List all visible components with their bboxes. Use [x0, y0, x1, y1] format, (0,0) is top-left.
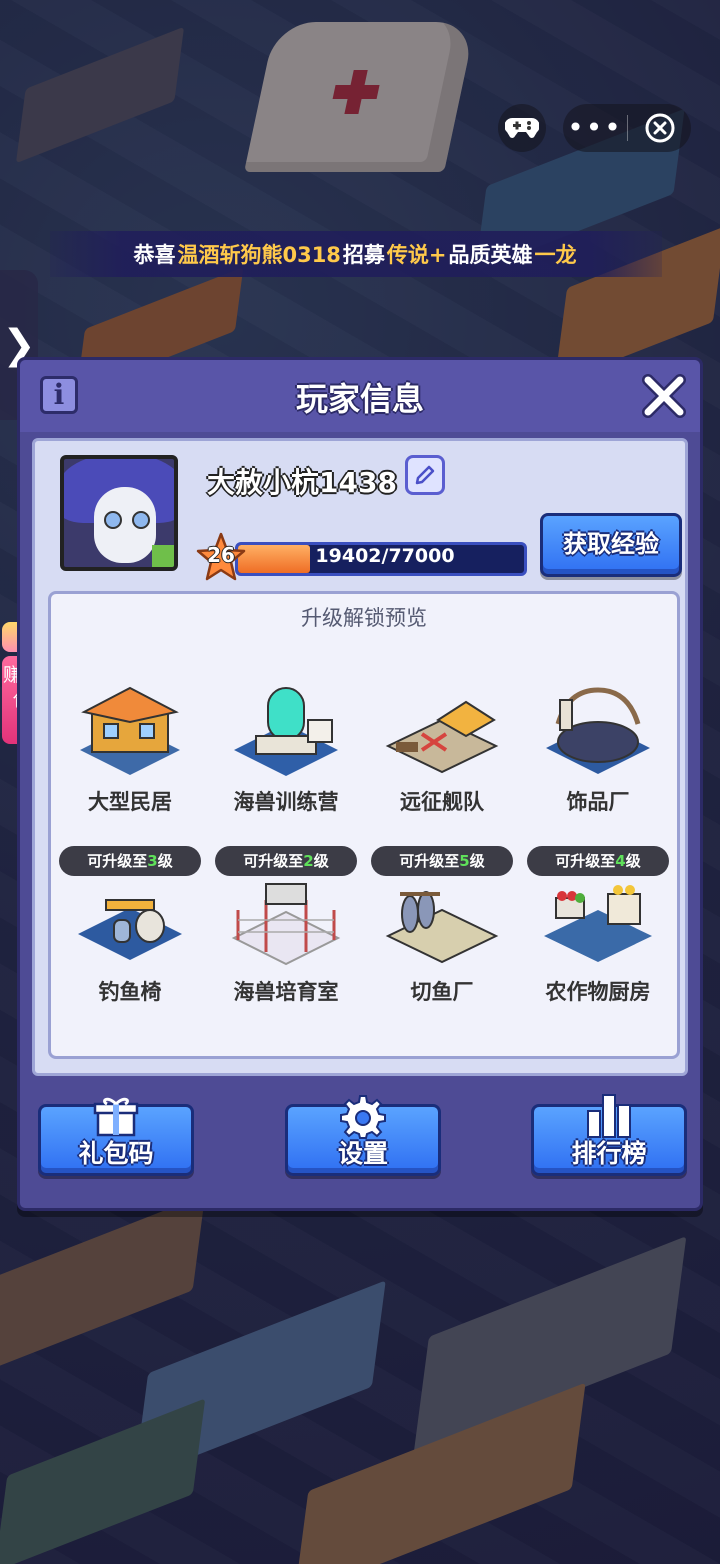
- bar-chart-icon: [587, 1094, 631, 1138]
- tag-level: 3: [147, 852, 158, 870]
- banner-action: 招募: [342, 243, 385, 267]
- panel-header: i 玩家信息: [20, 360, 700, 432]
- house-building-icon: [80, 686, 180, 775]
- tag-prefix: 可升级至: [555, 852, 616, 870]
- edit-name-button[interactable]: [405, 455, 445, 495]
- exp-progress-fill: [238, 545, 311, 573]
- preview-title: 升级解锁预览: [301, 606, 427, 630]
- pencil-icon: [415, 465, 435, 485]
- tag-suffix: 级: [625, 852, 641, 870]
- banner-hero-name: 一龙: [534, 243, 577, 267]
- player-level: 26: [207, 543, 235, 567]
- building-item[interactable]: 可升级至5级 切鱼厂: [367, 846, 517, 1016]
- building-name: 农作物厨房: [545, 980, 651, 1004]
- tag-suffix: 级: [469, 852, 485, 870]
- player-card: 大赦小杭1438 26 19402/77000 获取经验 升级解锁预览 大型民居…: [32, 438, 688, 1076]
- recruit-announcement-banner: 恭喜 温酒斩狗熊0318 招募 传说+ 品质英雄 一龙: [50, 231, 662, 277]
- building-name: 大型民居: [88, 790, 172, 814]
- tag-level: 2: [303, 852, 314, 870]
- settings-button[interactable]: 设置: [285, 1095, 441, 1176]
- accessory-factory-icon: [546, 687, 650, 774]
- upgrade-tag: 可升级至2级: [215, 846, 357, 876]
- get-exp-label: 获取经验: [563, 530, 659, 558]
- tag-prefix: 可升级至: [87, 852, 148, 870]
- expedition-fleet-icon: [385, 700, 499, 774]
- player-info-panel: i 玩家信息 大赦小杭1438 26 19402/77000 获取经验 升级解锁…: [17, 357, 703, 1211]
- upgrade-tag: 可升级至4级: [527, 846, 669, 876]
- building-name: 钓鱼椅: [98, 980, 162, 1004]
- building-item[interactable]: 大型民居: [55, 656, 205, 826]
- upgrade-tag: 可升级至5级: [371, 846, 513, 876]
- building-name: 切鱼厂: [410, 980, 474, 1004]
- sea-beast-camp-icon: [234, 687, 338, 776]
- get-exp-button[interactable]: 获取经验: [540, 513, 682, 577]
- tag-level: 4: [615, 852, 626, 870]
- gamepad-icon: [505, 117, 539, 138]
- building-item[interactable]: 可升级至4级 农作物厨房: [523, 846, 673, 1016]
- fishing-chair-icon: [78, 899, 182, 960]
- player-name: 大赦小杭1438: [207, 466, 397, 499]
- gift-code-button[interactable]: 礼包码: [38, 1097, 194, 1176]
- building-item[interactable]: 可升级至3级 钓鱼椅: [55, 846, 205, 1016]
- banner-quality: 传说+: [386, 243, 447, 267]
- panel-title: 玩家信息: [295, 380, 424, 418]
- building-name: 海兽培育室: [233, 980, 339, 1004]
- settings-label: 设置: [337, 1139, 388, 1168]
- crop-kitchen-icon: [544, 885, 652, 962]
- exit-button[interactable]: [628, 112, 691, 144]
- building-name: 饰品厂: [566, 790, 630, 814]
- tag-prefix: 可升级至: [243, 852, 304, 870]
- banner-suffix: 品质英雄: [448, 243, 533, 267]
- more-menu-button[interactable]: •••: [563, 104, 627, 152]
- gift-code-label: 礼包码: [78, 1139, 154, 1168]
- tag-suffix: 级: [313, 852, 329, 870]
- building-item[interactable]: 饰品厂: [523, 656, 673, 826]
- ranking-label: 排行榜: [571, 1139, 647, 1168]
- close-circle-icon: [645, 113, 674, 143]
- building-name: 远征舰队: [400, 790, 484, 814]
- banner-prefix: 恭喜: [133, 243, 176, 267]
- unlock-preview-section: 升级解锁预览 大型民居 海兽训练营 远征舰队 饰品厂 可升级至3级 钓鱼椅 可升…: [48, 591, 680, 1059]
- building-item[interactable]: 远征舰队: [367, 656, 517, 826]
- building-name: 海兽训练营: [233, 790, 339, 814]
- exp-text: 19402/77000: [315, 545, 455, 567]
- building-item[interactable]: 海兽训练营: [211, 656, 361, 826]
- upgrade-tag: 可升级至3级: [59, 846, 201, 876]
- gear-icon: [340, 1095, 386, 1139]
- gamepad-button[interactable]: [498, 104, 546, 152]
- avatar[interactable]: [60, 455, 178, 571]
- tag-prefix: 可升级至: [399, 852, 460, 870]
- sea-beast-nursery-icon: [231, 883, 341, 966]
- close-icon[interactable]: [640, 372, 688, 420]
- mini-program-capsule: •••: [563, 104, 691, 152]
- banner-player-name: 温酒斩狗熊0318: [177, 243, 341, 267]
- gift-icon: [93, 1097, 139, 1137]
- tag-level: 5: [459, 852, 470, 870]
- tag-suffix: 级: [157, 852, 173, 870]
- fish-cutting-factory-icon: [385, 891, 499, 964]
- building-item[interactable]: 可升级至2级 海兽培育室: [211, 846, 361, 1016]
- ranking-button[interactable]: 排行榜: [531, 1094, 687, 1176]
